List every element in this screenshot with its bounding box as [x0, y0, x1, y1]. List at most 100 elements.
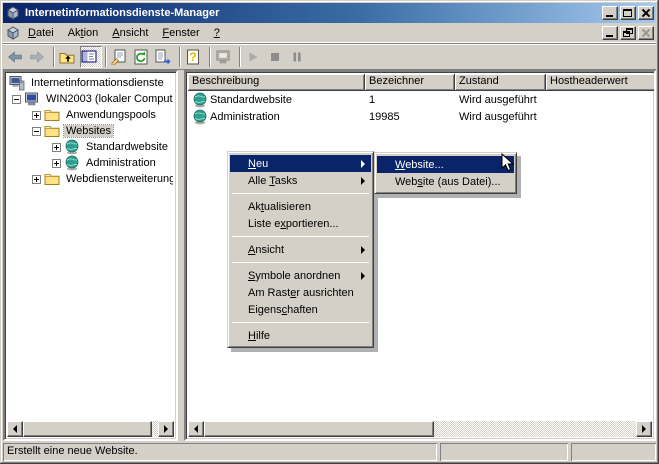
submenu-item-website[interactable]: Website...: [377, 156, 514, 173]
list-row-standardwebsite[interactable]: Standardwebsite1 Wird ausgeführt: [188, 91, 652, 108]
status-text: Erstellt eine neue Website.: [3, 443, 437, 461]
help-icon: ?: [185, 49, 201, 65]
column-header-bezeichner[interactable]: Bezeichner: [365, 74, 455, 91]
connect-computer-button: [214, 46, 236, 68]
tree-horizontal-scrollbar[interactable]: [7, 421, 174, 437]
scroll-track[interactable]: [434, 421, 636, 437]
up-one-level-button[interactable]: [58, 46, 80, 68]
scroll-thumb[interactable]: [204, 421, 434, 437]
toolbar-separator: [209, 47, 211, 67]
list-cell: Standardwebsite: [188, 92, 365, 108]
list-cell: 1: [365, 94, 455, 106]
tree-item-win2003-lokaler-computer[interactable]: WIN2003 (lokaler Computer): [8, 91, 173, 107]
pause-item-icon: [289, 49, 305, 65]
column-header-zustand[interactable]: Zustand: [455, 74, 546, 91]
scroll-left-button[interactable]: [7, 421, 23, 437]
menu-item-label: Am Raster ausrichten: [248, 287, 354, 299]
menubar-item-fenster[interactable]: Fenster: [155, 25, 206, 41]
menubar-item-[interactable]: ?: [207, 25, 227, 41]
expand-icon[interactable]: [32, 175, 41, 184]
submenu-arrow-icon: [361, 272, 365, 280]
stop-item-icon: [267, 49, 283, 65]
start-item-button: [244, 46, 266, 68]
tree-item-internetinformationsdienste[interactable]: Internetinformationsdienste: [8, 75, 173, 91]
start-item-icon: [245, 49, 261, 65]
list-row-administration[interactable]: Administration19985Wird ausgeführt: [188, 108, 652, 125]
menu-item-label: Website...: [395, 159, 444, 171]
scroll-thumb[interactable]: [23, 421, 152, 437]
pause-item-button: [288, 46, 310, 68]
maximize-button[interactable]: [620, 6, 636, 20]
tree-item-websites[interactable]: Websites: [8, 123, 173, 139]
export-list-button[interactable]: [154, 46, 176, 68]
mdi-close-button: [638, 26, 654, 40]
scroll-right-button[interactable]: [158, 421, 174, 437]
mdi-minimize-button[interactable]: [602, 26, 618, 40]
list-cell-text: Wird ausgeführt: [459, 94, 537, 106]
folder-icon: [44, 123, 60, 139]
list-horizontal-scrollbar[interactable]: [188, 421, 652, 437]
tree-item-standardwebsite[interactable]: Standardwebsite: [8, 139, 173, 155]
expand-icon[interactable]: [32, 111, 41, 120]
context-menu-item-ansicht[interactable]: Ansicht: [230, 241, 371, 258]
column-header-beschreibung[interactable]: Beschreibung: [188, 74, 365, 91]
console-tree-pane: Internetinformationsdienste WIN2003 (loka…: [3, 70, 178, 441]
show-hide-console-tree-button[interactable]: [80, 46, 102, 68]
menu-item-label: Ansicht: [248, 244, 284, 256]
column-header-hostheaderwert[interactable]: Hostheaderwert: [546, 74, 656, 91]
status-bar: Erstellt eine neue Website.: [3, 443, 656, 461]
menubar-item-ansicht[interactable]: Ansicht: [105, 25, 155, 41]
submenu-item-website-aus-datei[interactable]: Website (aus Datei)...: [377, 173, 514, 190]
tree-item-label: Webdiensterweiterungen: [64, 173, 173, 185]
collapse-icon[interactable]: [32, 127, 41, 136]
context-menu-item-neu[interactable]: Neu: [230, 155, 371, 172]
list-cell: Wird ausgeführt: [455, 111, 546, 123]
forward-icon: [29, 49, 45, 65]
refresh-icon: [133, 49, 149, 65]
tree-item-label: Websites: [64, 125, 113, 137]
context-menu-item-hilfe[interactable]: Hilfe: [230, 327, 371, 344]
list-cell-text: 19985: [369, 111, 400, 123]
show-hide-console-tree-icon: [81, 49, 97, 65]
tree-item-webdiensterweiterungen[interactable]: Webdiensterweiterungen: [8, 171, 173, 187]
menubar-item-datei[interactable]: Datei: [21, 25, 61, 41]
toolbar-separator: [239, 47, 241, 67]
tree-item-administration[interactable]: Administration: [8, 155, 173, 171]
context-menu-item-liste-exportieren[interactable]: Liste exportieren...: [230, 215, 371, 232]
collapse-icon[interactable]: [12, 95, 21, 104]
window-title: Internetinformationsdienste-Manager: [25, 7, 602, 19]
refresh-button[interactable]: [132, 46, 154, 68]
folder-icon: [44, 107, 60, 123]
toolbar-separator: [105, 47, 107, 67]
menu-item-label: Neu: [248, 158, 268, 170]
website-globe-icon: [192, 109, 208, 125]
minimize-button[interactable]: [602, 6, 618, 20]
tree-item-label: WIN2003 (lokaler Computer): [44, 93, 173, 105]
context-menu-item-eigenschaften[interactable]: Eigenschaften: [230, 301, 371, 318]
console-tree: Internetinformationsdienste WIN2003 (loka…: [8, 75, 173, 420]
app-window: Internetinformationsdienste-Manager Date…: [0, 0, 659, 464]
context-menu: Neu Alle Tasks AktualisierenListe exportie…: [227, 151, 374, 348]
tree-item-anwendungspools[interactable]: Anwendungspools: [8, 107, 173, 123]
left-arrow-icon: [13, 425, 17, 433]
mouse-cursor: [501, 153, 518, 173]
close-button[interactable]: [638, 6, 654, 20]
title-bar: Internetinformationsdienste-Manager: [3, 3, 656, 23]
scroll-right-button[interactable]: [636, 421, 652, 437]
mdi-restore-button[interactable]: [620, 26, 636, 40]
expand-icon[interactable]: [52, 159, 61, 168]
menubar-item-aktion[interactable]: Aktion: [61, 25, 106, 41]
help-button[interactable]: ?: [184, 46, 206, 68]
context-menu-item-aktualisieren[interactable]: Aktualisieren: [230, 198, 371, 215]
context-menu-item-am-raster-ausrichten[interactable]: Am Raster ausrichten: [230, 284, 371, 301]
context-menu-item-alle-tasks[interactable]: Alle Tasks: [230, 172, 371, 189]
properties-button[interactable]: [110, 46, 132, 68]
back-button[interactable]: [6, 46, 28, 68]
context-menu-item-symbole-anordnen[interactable]: Symbole anordnen: [230, 267, 371, 284]
right-arrow-icon: [642, 425, 646, 433]
tree-item-label: Anwendungspools: [64, 109, 158, 121]
website-globe-icon: [192, 92, 208, 108]
expand-icon[interactable]: [52, 143, 61, 152]
tree-item-label: Standardwebsite: [84, 141, 170, 153]
scroll-left-button[interactable]: [188, 421, 204, 437]
